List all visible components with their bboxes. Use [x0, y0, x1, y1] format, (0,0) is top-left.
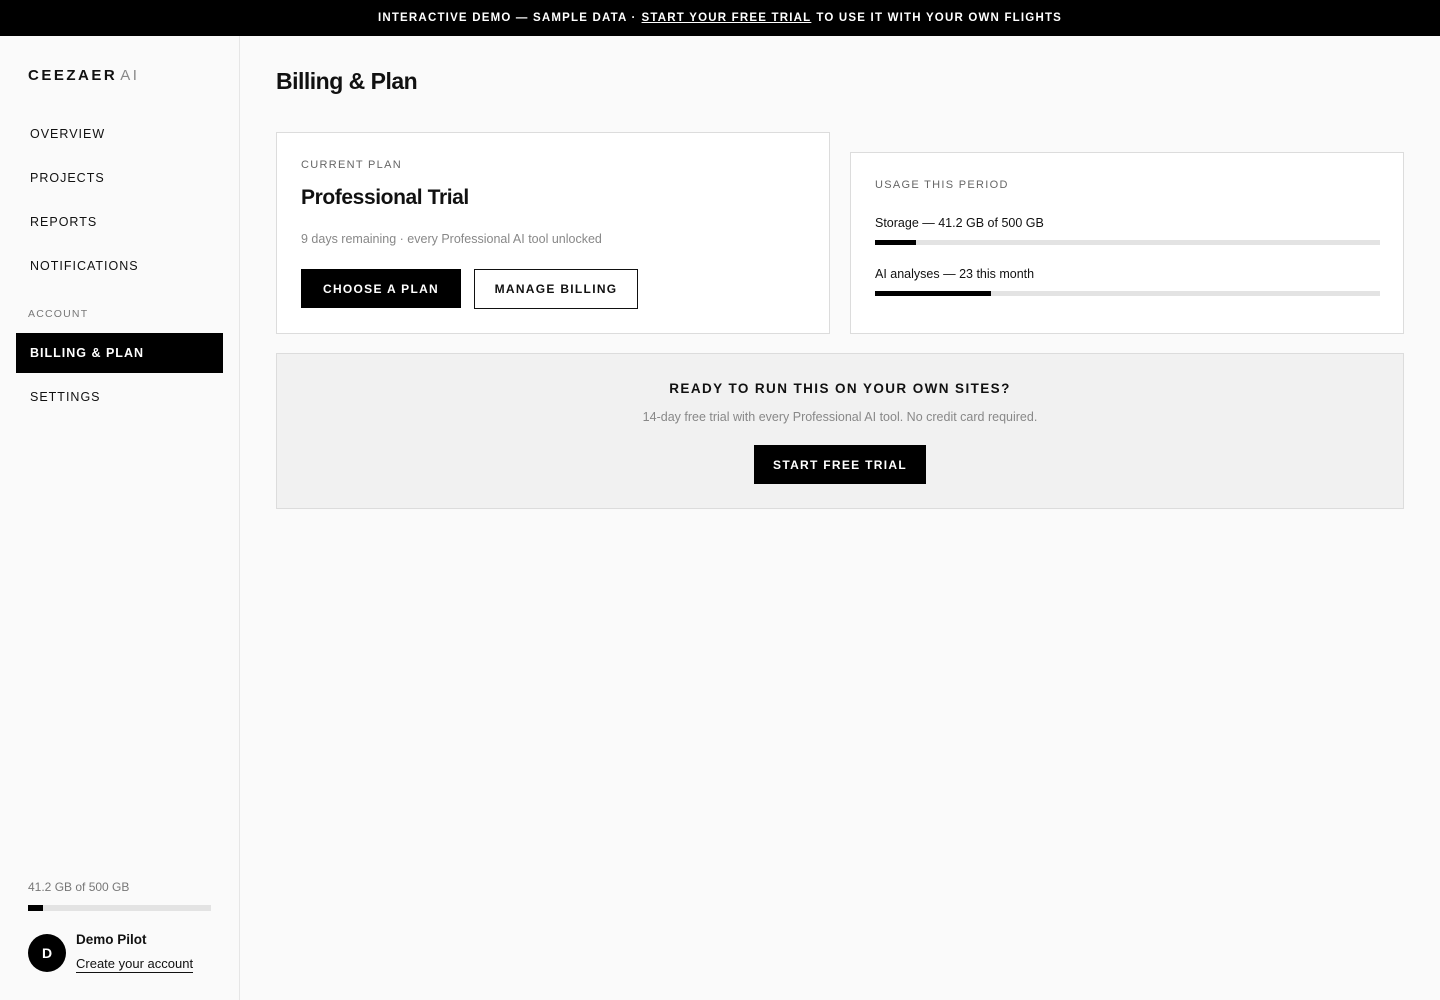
sidebar-item-projects[interactable]: PROJECTS: [16, 158, 223, 198]
demo-banner: INTERACTIVE DEMO — SAMPLE DATA · START Y…: [0, 0, 1440, 36]
page-title: Billing & Plan: [276, 68, 418, 94]
banner-lead-text: INTERACTIVE DEMO — SAMPLE DATA ·: [377, 12, 637, 24]
cta-subtitle: 14-day free trial with every Professiona…: [642, 410, 1038, 424]
storage-usage-bar: [875, 240, 1380, 245]
plan-name: Professional Trial: [301, 186, 469, 209]
user-name: Demo Pilot: [76, 932, 147, 947]
brand-logo[interactable]: CEEZAER AI: [28, 67, 139, 84]
avatar[interactable]: D: [28, 934, 66, 972]
free-trial-cta: READY TO RUN THIS ON YOUR OWN SITES? 14-…: [276, 353, 1404, 509]
analyses-usage-bar: [875, 291, 1380, 296]
sidebar-item-settings[interactable]: SETTINGS: [16, 377, 223, 417]
brand-name: CEEZAER: [28, 67, 118, 84]
storage-usage-label: Storage — 41.2 GB of 500 GB: [875, 216, 1044, 230]
sidebar-storage-bar: [28, 905, 211, 911]
usage-card: USAGE THIS PERIOD Storage — 41.2 GB of 5…: [850, 152, 1404, 334]
storage-usage-bar-fill: [875, 240, 917, 245]
brand-suffix: AI: [120, 67, 140, 84]
start-free-trial-link[interactable]: START YOUR FREE TRIAL: [642, 12, 812, 24]
manage-billing-button[interactable]: MANAGE BILLING: [474, 269, 638, 309]
sidebar: CEEZAER AI OVERVIEW PROJECTS REPORTS NOTI…: [0, 36, 240, 1000]
sidebar-item-billing-plan[interactable]: BILLING & PLAN: [16, 333, 223, 373]
usage-eyebrow: USAGE THIS PERIOD: [875, 179, 1009, 191]
sidebar-item-reports[interactable]: REPORTS: [16, 202, 223, 242]
sidebar-storage-text: 41.2 GB of 500 GB: [28, 880, 130, 894]
create-account-link[interactable]: Create your account: [76, 956, 194, 973]
sidebar-storage-bar-fill: [28, 905, 43, 911]
analyses-usage-label: AI analyses — 23 this month: [875, 267, 1035, 281]
sidebar-section-account: ACCOUNT: [28, 308, 89, 320]
choose-plan-button[interactable]: CHOOSE A PLAN: [301, 269, 461, 308]
sidebar-item-overview[interactable]: OVERVIEW: [16, 114, 223, 154]
plan-status-text: 9 days remaining · every Professional AI…: [301, 232, 602, 246]
banner-tail-text: TO USE IT WITH YOUR OWN FLIGHTS: [816, 12, 1063, 24]
analyses-usage-bar-fill: [875, 291, 992, 296]
cta-title: READY TO RUN THIS ON YOUR OWN SITES?: [669, 381, 1011, 396]
sidebar-item-notifications[interactable]: NOTIFICATIONS: [16, 246, 223, 286]
start-free-trial-button[interactable]: START FREE TRIAL: [754, 445, 926, 484]
current-plan-card: CURRENT PLAN Professional Trial 9 days r…: [276, 132, 830, 334]
current-plan-eyebrow: CURRENT PLAN: [301, 159, 402, 171]
